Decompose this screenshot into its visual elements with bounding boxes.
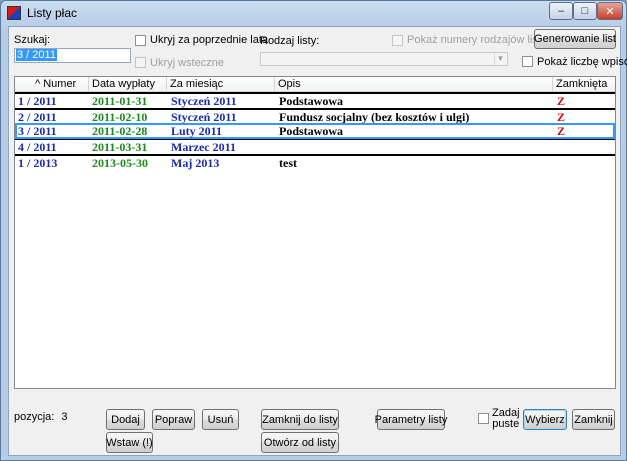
table-row-selected[interactable]: 3 / 2011 2011-02-28 Luty 2011 Podstawowa… [15, 123, 615, 139]
table-row[interactable]: 1 / 2011 2011-01-31 Styczeń 2011 Podstaw… [15, 94, 615, 108]
cell-for-month: Styczeń 2011 [171, 110, 237, 124]
title-bar[interactable]: Listy płac – □ ✕ [1, 1, 626, 25]
cell-description: test [279, 156, 297, 170]
cell-description: Podstawowa [279, 124, 344, 138]
hide-backdated-checkbox[interactable] [135, 57, 146, 68]
search-input[interactable]: 3 / 2011 [14, 48, 131, 63]
maximize-button[interactable]: □ [573, 2, 597, 20]
add-button[interactable]: Dodaj [106, 409, 145, 430]
cell-closed: Z [557, 94, 566, 108]
show-type-numbers-checkbox[interactable] [392, 35, 403, 46]
show-type-numbers-label: Pokaż numery rodzajów list [407, 34, 541, 46]
show-count-label: Pokaż liczbę wpisów [537, 56, 627, 68]
minimize-button[interactable]: – [549, 2, 573, 20]
cell-closed: Z [557, 124, 566, 138]
position-label: pozycja: [14, 411, 55, 423]
search-value: 3 / 2011 [16, 49, 57, 61]
client-area: Szukaj: 3 / 2011 Ukryj za poprzednie lat… [8, 26, 627, 456]
column-header-number[interactable]: ^ Numer [15, 77, 89, 92]
column-header-description[interactable]: Opis [275, 77, 553, 92]
cell-for-month: Maj 2013 [171, 156, 220, 170]
close-to-list-button[interactable]: Zamknij do listy [261, 409, 339, 430]
table-row[interactable]: 4 / 2011 2011-03-31 Marzec 2011 [15, 140, 615, 154]
choose-button[interactable]: Wybierz [523, 409, 567, 430]
hide-previous-years-checkbox[interactable] [135, 35, 146, 46]
cell-for-month: Marzec 2011 [171, 140, 236, 154]
position-indicator: pozycja: 3 [14, 411, 68, 423]
search-label: Szukaj: [14, 34, 51, 46]
list-parameters-button[interactable]: Parametry listy [375, 409, 447, 430]
edit-button[interactable]: Popraw [152, 409, 195, 430]
show-count-checkbox[interactable] [522, 56, 533, 67]
column-header-for-month[interactable]: Za miesiąc [167, 77, 275, 92]
open-from-list-button[interactable]: Otwórz od listy [261, 432, 339, 453]
cell-pay-date: 2011-03-31 [92, 140, 148, 154]
main-window: Listy płac – □ ✕ Szukaj: 3 / 2011 Ukryj … [0, 0, 627, 461]
payroll-lists-table[interactable]: ^ Numer Data wypłaty Za miesiąc Opis Zam… [14, 76, 616, 389]
list-type-select[interactable]: ▼ [260, 52, 508, 66]
list-type-label: Rodzaj listy: [260, 35, 320, 47]
cell-number: 2 / 2011 [18, 110, 57, 124]
window-title: Listy płac [27, 6, 78, 20]
cell-description: Fundusz socjalny (bez kosztów i ulgi) [279, 110, 470, 124]
cell-number: 3 / 2011 [18, 124, 57, 138]
chevron-down-icon[interactable]: ▼ [494, 53, 506, 65]
close-button[interactable]: Zamknij [572, 409, 615, 430]
position-value: 3 [61, 411, 68, 423]
ask-empty-checkbox[interactable] [478, 413, 489, 424]
hide-previous-years-label: Ukryj za poprzednie lata [150, 34, 269, 46]
table-row[interactable]: 2 / 2011 2011-02-10 Styczeń 2011 Fundusz… [15, 110, 615, 124]
hide-backdated-label: Ukryj wsteczne [150, 57, 224, 69]
table-header: ^ Numer Data wypłaty Za miesiąc Opis Zam… [15, 77, 615, 92]
cell-pay-date: 2011-02-28 [92, 124, 148, 138]
cell-pay-date: 2011-02-10 [92, 110, 148, 124]
insert-button[interactable]: Wstaw (!) [106, 432, 153, 453]
cell-pay-date: 2013-05-30 [92, 156, 148, 170]
cell-number: 1 / 2011 [18, 94, 57, 108]
cell-closed: Z [557, 110, 566, 124]
ask-empty-label: Zadaj puste [492, 407, 520, 430]
close-window-button[interactable]: ✕ [597, 2, 623, 20]
column-header-closed[interactable]: Zamknięta [553, 77, 615, 92]
generate-lists-button[interactable]: Generowanie list [534, 29, 616, 49]
table-row[interactable]: 1 / 2013 2013-05-30 Maj 2013 test [15, 156, 615, 170]
cell-number: 4 / 2011 [18, 140, 57, 154]
cell-number: 1 / 2013 [18, 156, 58, 170]
cell-description: Podstawowa [279, 94, 344, 108]
cell-pay-date: 2011-01-31 [92, 94, 148, 108]
column-header-pay-date[interactable]: Data wypłaty [89, 77, 167, 92]
cell-for-month: Styczeń 2011 [171, 94, 237, 108]
app-icon [7, 6, 21, 20]
cell-for-month: Luty 2011 [171, 124, 223, 138]
delete-button[interactable]: Usuń [202, 409, 239, 430]
